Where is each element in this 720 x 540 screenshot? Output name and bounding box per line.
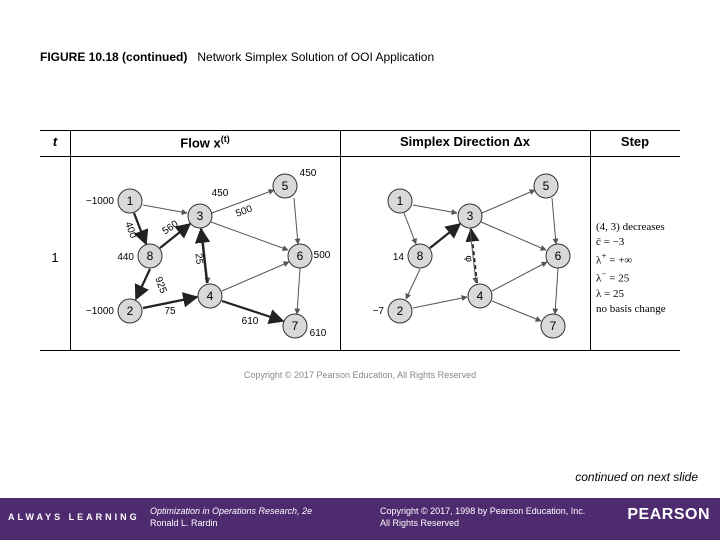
- footer-bar: ALWAYS LEARNING Optimization in Operatio…: [0, 498, 720, 540]
- svg-text:4: 4: [207, 289, 214, 303]
- step-line: λ+ = +∞: [596, 250, 678, 269]
- col-header-t: t: [40, 134, 70, 149]
- svg-text:4: 4: [477, 289, 484, 303]
- figure-title: Network Simplex Solution of OOI Applicat…: [197, 50, 434, 64]
- step-text: (4, 3) decreases c̄ = −3 λ+ = +∞ λ− = 25…: [596, 220, 678, 316]
- svg-text:610: 610: [242, 316, 259, 327]
- flow-graph: 1 2 3 4 5 6 7 8 −1000 −1000 450 500 610 …: [70, 156, 340, 350]
- continued-note: continued on next slide: [575, 470, 698, 484]
- svg-text:3: 3: [197, 209, 204, 223]
- svg-text:1: 1: [127, 194, 134, 208]
- svg-text:1: 1: [397, 194, 404, 208]
- svg-text:440: 440: [117, 252, 134, 263]
- step-line: λ = 25: [596, 287, 678, 302]
- table-rule: [590, 130, 591, 350]
- svg-text:φ: φ: [463, 255, 475, 263]
- svg-text:925: 925: [152, 275, 168, 295]
- svg-text:610: 610: [310, 328, 327, 339]
- svg-text:500: 500: [314, 250, 331, 261]
- col-header-direction: Simplex Direction Δx: [340, 134, 590, 149]
- svg-text:7: 7: [292, 319, 299, 333]
- svg-text:−1000: −1000: [86, 306, 115, 317]
- svg-text:450: 450: [300, 168, 317, 179]
- svg-text:5: 5: [282, 179, 289, 193]
- svg-text:−1000: −1000: [86, 196, 115, 207]
- pearson-logo: PEARSON: [627, 506, 710, 524]
- step-line: λ− = 25: [596, 268, 678, 287]
- svg-text:8: 8: [417, 249, 424, 263]
- figure-caption: FIGURE 10.18 (continued) Network Simplex…: [40, 50, 434, 64]
- svg-text:400: 400: [122, 220, 138, 240]
- svg-text:5: 5: [543, 179, 550, 193]
- step-line: c̄ = −3: [596, 235, 678, 250]
- svg-text:500: 500: [234, 203, 254, 219]
- footer-copyright: Copyright © 2017, 1998 by Pearson Educat…: [380, 506, 585, 529]
- svg-text:6: 6: [555, 249, 562, 263]
- col-header-step: Step: [590, 134, 680, 149]
- svg-text:75: 75: [164, 306, 176, 317]
- svg-text:6: 6: [297, 249, 304, 263]
- table-rule: [40, 350, 680, 351]
- svg-text:25: 25: [193, 253, 205, 265]
- step-line: (4, 3) decreases: [596, 220, 678, 235]
- table-rule: [40, 130, 680, 131]
- book-info: Optimization in Operations Research, 2e …: [150, 506, 312, 529]
- svg-text:8: 8: [147, 249, 154, 263]
- svg-text:14: 14: [393, 252, 405, 263]
- t-value: 1: [40, 250, 70, 265]
- svg-text:2: 2: [127, 304, 134, 318]
- figure-number: FIGURE 10.18 (continued): [40, 50, 187, 64]
- always-learning: ALWAYS LEARNING: [8, 512, 140, 522]
- figure-table: t Flow x(t) Simplex Direction Δx Step 1: [40, 130, 680, 390]
- step-line: no basis change: [596, 302, 678, 317]
- col-header-flow: Flow x(t): [70, 134, 340, 150]
- svg-text:3: 3: [467, 209, 474, 223]
- svg-text:450: 450: [212, 188, 229, 199]
- svg-text:2: 2: [397, 304, 404, 318]
- direction-graph: 1 2 3 4 5 6 7 8 14 −7 φ: [340, 156, 590, 350]
- svg-text:−7: −7: [373, 306, 385, 317]
- inner-copyright: Copyright © 2017 Pearson Education, All …: [0, 370, 720, 380]
- svg-text:7: 7: [550, 319, 557, 333]
